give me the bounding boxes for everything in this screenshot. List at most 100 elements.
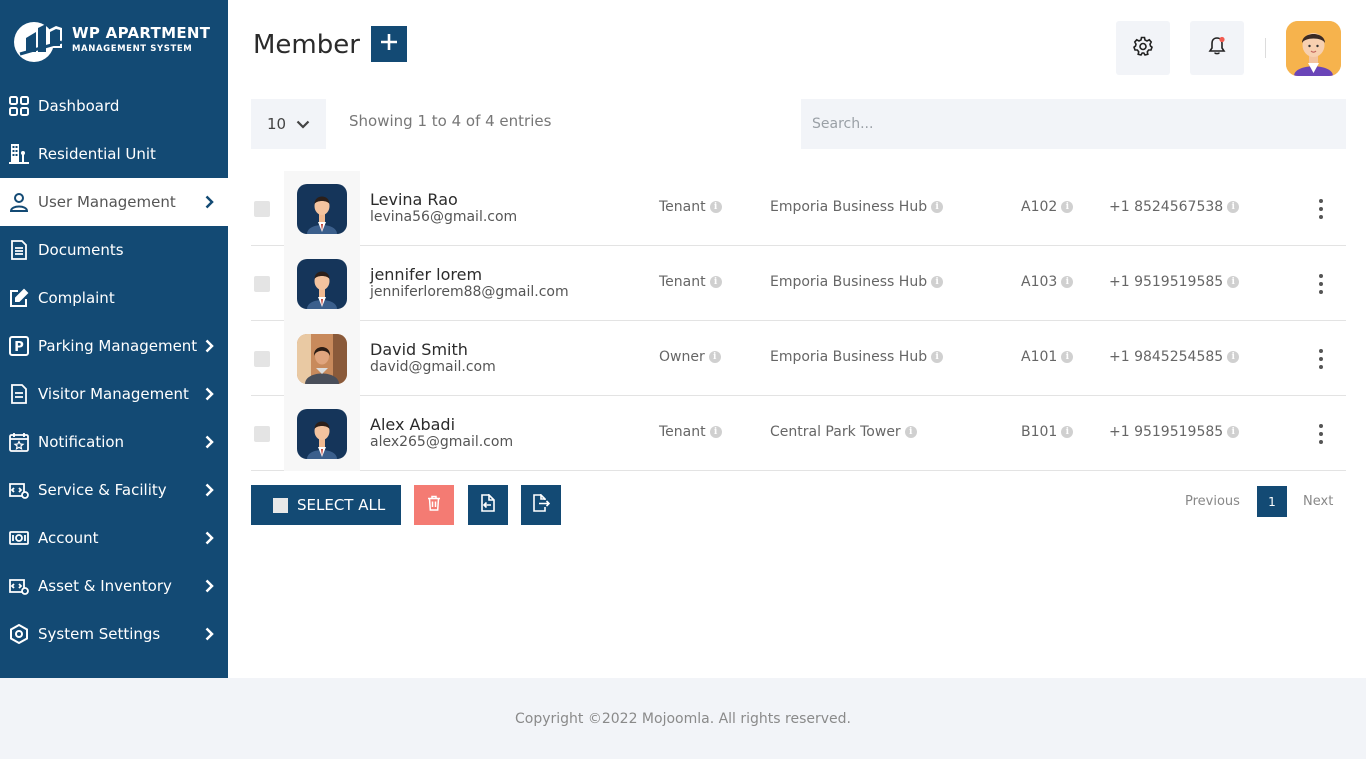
info-icon[interactable]: i: [904, 426, 917, 438]
member-building-text: Emporia Business Hub: [770, 349, 928, 365]
sidebar-item-user-management[interactable]: User Management: [0, 178, 228, 226]
pagination-page-1[interactable]: 1: [1257, 486, 1287, 517]
member-phone-text: +1 8524567538: [1109, 199, 1224, 215]
page-length-select[interactable]: 10: [251, 99, 326, 149]
trash-icon: [427, 495, 441, 515]
sidebar-item-system-settings[interactable]: System Settings: [0, 610, 228, 658]
member-phone-text: +1 9519519585: [1109, 424, 1224, 440]
info-icon[interactable]: i: [1227, 201, 1240, 213]
export-button[interactable]: [521, 485, 561, 525]
member-building: Central Park Tower i: [770, 424, 917, 440]
row-checkbox[interactable]: [254, 426, 270, 442]
member-unit-text: B101: [1021, 424, 1058, 440]
select-all-label: SELECT ALL: [297, 496, 386, 514]
sidebar-item-label: Service & Facility: [38, 481, 167, 499]
page-title: Member: [253, 30, 360, 60]
user-avatar[interactable]: [1286, 21, 1341, 76]
sidebar-item-asset-inventory[interactable]: Asset & Inventory: [0, 562, 228, 610]
info-icon[interactable]: i: [709, 276, 722, 288]
service-icon: [8, 479, 30, 501]
notifications-button[interactable]: [1190, 21, 1244, 75]
money-icon: [8, 527, 30, 549]
more-options-icon[interactable]: [1313, 195, 1329, 223]
asset-icon: [8, 575, 30, 597]
sidebar-item-parking-management[interactable]: P Parking Management: [0, 322, 228, 370]
brand-subtitle: MANAGEMENT SYSTEM: [72, 44, 193, 55]
info-icon[interactable]: i: [931, 201, 944, 213]
dashboard-grid-icon: [8, 95, 30, 117]
sidebar-item-label: System Settings: [38, 625, 161, 643]
sidebar-item-service-facility[interactable]: Service & Facility: [0, 466, 228, 514]
info-icon[interactable]: i: [1061, 276, 1074, 288]
plus-icon: [380, 33, 398, 55]
chevron-right-icon: [204, 435, 214, 449]
member-email: levina56@gmail.com: [370, 209, 518, 225]
sidebar-item-label: User Management: [38, 193, 176, 211]
table-row: Alex Abadi alex265@gmail.com Tenant i Cen…: [251, 396, 1346, 471]
member-building: Emporia Business Hub i: [770, 199, 944, 215]
delete-button[interactable]: [414, 485, 454, 525]
member-email: jenniferlorem88@gmail.com: [370, 284, 569, 300]
settings-button[interactable]: [1116, 21, 1170, 75]
select-all-checkbox: [273, 497, 288, 513]
select-all-button[interactable]: SELECT ALL: [251, 485, 401, 525]
member-photo-cell: [284, 246, 360, 321]
sidebar-item-residential-unit[interactable]: Residential Unit: [0, 130, 228, 178]
pagination-next[interactable]: Next: [1303, 494, 1333, 509]
row-checkbox[interactable]: [254, 351, 270, 367]
member-name[interactable]: Alex Abadi: [370, 415, 455, 434]
entries-info: Showing 1 to 4 of 4 entries: [349, 112, 552, 130]
member-photo-cell: [284, 396, 360, 471]
more-options-icon[interactable]: [1313, 420, 1329, 448]
member-default-avatar: [297, 183, 347, 234]
sidebar-item-visitor-management[interactable]: Visitor Management: [0, 370, 228, 418]
member-building: Emporia Business Hub i: [770, 274, 944, 290]
member-email: david@gmail.com: [370, 359, 496, 375]
page-length-value: 10: [266, 115, 287, 133]
info-icon[interactable]: i: [1227, 426, 1240, 438]
sidebar-item-dashboard[interactable]: Dashboard: [0, 82, 228, 130]
sidebar-item-notification[interactable]: Notification: [0, 418, 228, 466]
row-checkbox[interactable]: [254, 276, 270, 292]
chevron-right-icon: [204, 579, 214, 593]
sidebar-item-documents[interactable]: Documents: [0, 226, 228, 274]
info-icon[interactable]: i: [709, 201, 722, 213]
chevron-right-icon: [204, 387, 214, 401]
info-icon[interactable]: i: [931, 276, 944, 288]
member-name[interactable]: jennifer lorem: [370, 265, 482, 284]
info-icon[interactable]: i: [708, 351, 721, 363]
header-divider: [1265, 38, 1266, 58]
search-input[interactable]: [801, 99, 1346, 149]
member-phone: +1 9519519585 i: [1109, 424, 1240, 440]
more-options-icon[interactable]: [1313, 345, 1329, 373]
info-icon[interactable]: i: [709, 426, 722, 438]
info-icon[interactable]: i: [1061, 426, 1074, 438]
member-name[interactable]: David Smith: [370, 340, 468, 359]
member-unit-text: A103: [1021, 274, 1058, 290]
info-icon[interactable]: i: [1227, 351, 1240, 363]
gear-icon: [1133, 36, 1153, 60]
member-building-text: Emporia Business Hub: [770, 274, 928, 290]
info-icon[interactable]: i: [1227, 276, 1240, 288]
sidebar-item-label: Account: [38, 529, 99, 547]
info-icon[interactable]: i: [1061, 351, 1074, 363]
brand-logo[interactable]: WP APARTMENT MANAGEMENT SYSTEM: [0, 0, 228, 80]
member-name[interactable]: Levina Rao: [370, 190, 458, 209]
row-checkbox[interactable]: [254, 201, 270, 217]
pagination-previous[interactable]: Previous: [1185, 494, 1240, 509]
member-photo-cell: [284, 321, 360, 396]
add-member-button[interactable]: [371, 26, 407, 62]
more-options-icon[interactable]: [1313, 270, 1329, 298]
user-icon: [8, 191, 30, 213]
sidebar-item-label: Visitor Management: [38, 385, 189, 403]
sidebar-item-complaint[interactable]: Complaint: [0, 274, 228, 322]
info-icon[interactable]: i: [1061, 201, 1074, 213]
calendar-star-icon: [8, 431, 30, 453]
import-button[interactable]: [468, 485, 508, 525]
sidebar-item-label: Parking Management: [38, 337, 198, 355]
members-table: Levina Rao levina56@gmail.com Tenant i Em…: [251, 171, 1346, 471]
member-phone: +1 9519519585 i: [1109, 274, 1240, 290]
document-icon: [8, 239, 30, 261]
info-icon[interactable]: i: [931, 351, 944, 363]
sidebar-item-account[interactable]: Account: [0, 514, 228, 562]
